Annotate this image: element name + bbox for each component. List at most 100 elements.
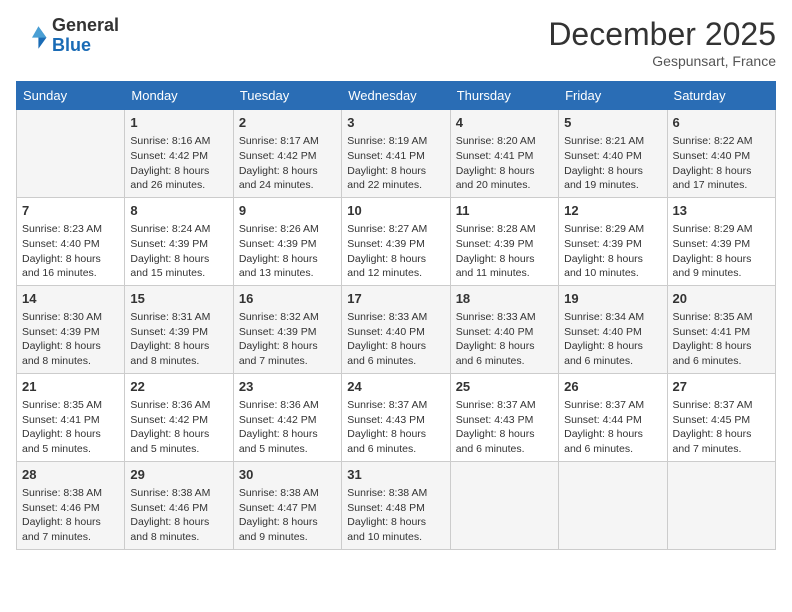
day-info: Sunrise: 8:23 AMSunset: 4:40 PMDaylight:… <box>22 222 119 281</box>
day-info: Sunrise: 8:29 AMSunset: 4:39 PMDaylight:… <box>564 222 661 281</box>
day-info: Sunrise: 8:38 AMSunset: 4:48 PMDaylight:… <box>347 486 444 545</box>
day-info: Sunrise: 8:27 AMSunset: 4:39 PMDaylight:… <box>347 222 444 281</box>
day-number: 7 <box>22 202 119 220</box>
weekday-header-thursday: Thursday <box>450 82 558 110</box>
day-number: 13 <box>673 202 770 220</box>
calendar-cell: 16 Sunrise: 8:32 AMSunset: 4:39 PMDayligh… <box>233 285 341 373</box>
calendar-cell: 23Sunrise: 8:36 AMSunset: 4:42 PMDayligh… <box>233 373 341 461</box>
day-info: Sunrise: 8:30 AMSunset: 4:39 PMDaylight:… <box>22 310 119 369</box>
day-info: Sunrise: 8:38 AMSunset: 4:46 PMDaylight:… <box>22 486 119 545</box>
calendar-table: SundayMondayTuesdayWednesdayThursdayFrid… <box>16 81 776 550</box>
day-number: 19 <box>564 290 661 308</box>
weekday-header-saturday: Saturday <box>667 82 775 110</box>
day-number: 21 <box>22 378 119 396</box>
day-number: 30 <box>239 466 336 484</box>
day-info: Sunrise: 8:24 AMSunset: 4:39 PMDaylight:… <box>130 222 227 281</box>
calendar-cell: 3 Sunrise: 8:19 AMSunset: 4:41 PMDaylight… <box>342 110 450 198</box>
calendar-cell: 19Sunrise: 8:34 AMSunset: 4:40 PMDayligh… <box>559 285 667 373</box>
calendar-cell <box>559 461 667 549</box>
day-info: Sunrise: 8:37 AMSunset: 4:43 PMDaylight:… <box>347 398 444 457</box>
calendar-cell: 1Sunrise: 8:16 AMSunset: 4:42 PMDaylight… <box>125 110 233 198</box>
calendar-cell: 18 Sunrise: 8:33 AMSunset: 4:40 PMDayligh… <box>450 285 558 373</box>
calendar-cell: 5 Sunrise: 8:21 AMSunset: 4:40 PMDaylight… <box>559 110 667 198</box>
day-number: 17 <box>347 290 444 308</box>
day-info: Sunrise: 8:38 AMSunset: 4:47 PMDaylight:… <box>239 486 336 545</box>
calendar-cell: 30 Sunrise: 8:38 AMSunset: 4:47 PMDayligh… <box>233 461 341 549</box>
week-row-1: 1Sunrise: 8:16 AMSunset: 4:42 PMDaylight… <box>17 110 776 198</box>
calendar-cell: 4 Sunrise: 8:20 AMSunset: 4:41 PMDaylight… <box>450 110 558 198</box>
day-number: 8 <box>130 202 227 220</box>
day-info: Sunrise: 8:37 AMSunset: 4:44 PMDaylight:… <box>564 398 661 457</box>
weekday-header-tuesday: Tuesday <box>233 82 341 110</box>
day-number: 10 <box>347 202 444 220</box>
week-row-2: 7 Sunrise: 8:23 AMSunset: 4:40 PMDaylight… <box>17 197 776 285</box>
weekday-header-wednesday: Wednesday <box>342 82 450 110</box>
day-number: 6 <box>673 114 770 132</box>
day-number: 3 <box>347 114 444 132</box>
weekday-header-sunday: Sunday <box>17 82 125 110</box>
day-info: Sunrise: 8:19 AMSunset: 4:41 PMDaylight:… <box>347 134 444 193</box>
month-title: December 2025 <box>548 16 776 53</box>
calendar-cell: 15 Sunrise: 8:31 AMSunset: 4:39 PMDayligh… <box>125 285 233 373</box>
logo-blue-text: Blue <box>52 36 119 56</box>
logo-general-text: General <box>52 16 119 36</box>
day-number: 26 <box>564 378 661 396</box>
week-row-5: 28Sunrise: 8:38 AMSunset: 4:46 PMDayligh… <box>17 461 776 549</box>
location-text: Gespunsart, France <box>548 53 776 69</box>
day-info: Sunrise: 8:36 AMSunset: 4:42 PMDaylight:… <box>239 398 336 457</box>
day-info: Sunrise: 8:29 AMSunset: 4:39 PMDaylight:… <box>673 222 770 281</box>
calendar-cell: 8 Sunrise: 8:24 AMSunset: 4:39 PMDaylight… <box>125 197 233 285</box>
calendar-cell: 13 Sunrise: 8:29 AMSunset: 4:39 PMDayligh… <box>667 197 775 285</box>
logo: General Blue <box>16 16 119 56</box>
logo-text: General Blue <box>52 16 119 56</box>
day-info: Sunrise: 8:20 AMSunset: 4:41 PMDaylight:… <box>456 134 553 193</box>
week-row-4: 21 Sunrise: 8:35 AMSunset: 4:41 PMDayligh… <box>17 373 776 461</box>
calendar-cell: 29Sunrise: 8:38 AMSunset: 4:46 PMDayligh… <box>125 461 233 549</box>
week-row-3: 14 Sunrise: 8:30 AMSunset: 4:39 PMDayligh… <box>17 285 776 373</box>
calendar-cell: 2 Sunrise: 8:17 AMSunset: 4:42 PMDaylight… <box>233 110 341 198</box>
calendar-cell: 10 Sunrise: 8:27 AMSunset: 4:39 PMDayligh… <box>342 197 450 285</box>
day-number: 4 <box>456 114 553 132</box>
day-info: Sunrise: 8:33 AMSunset: 4:40 PMDaylight:… <box>456 310 553 369</box>
day-number: 15 <box>130 290 227 308</box>
day-number: 20 <box>673 290 770 308</box>
calendar-cell: 27Sunrise: 8:37 AMSunset: 4:45 PMDayligh… <box>667 373 775 461</box>
calendar-cell: 7 Sunrise: 8:23 AMSunset: 4:40 PMDaylight… <box>17 197 125 285</box>
calendar-cell: 20Sunrise: 8:35 AMSunset: 4:41 PMDayligh… <box>667 285 775 373</box>
day-number: 1 <box>130 114 227 132</box>
day-number: 27 <box>673 378 770 396</box>
day-info: Sunrise: 8:35 AMSunset: 4:41 PMDaylight:… <box>22 398 119 457</box>
day-number: 5 <box>564 114 661 132</box>
day-info: Sunrise: 8:31 AMSunset: 4:39 PMDaylight:… <box>130 310 227 369</box>
calendar-cell: 6Sunrise: 8:22 AMSunset: 4:40 PMDaylight… <box>667 110 775 198</box>
day-number: 9 <box>239 202 336 220</box>
calendar-cell: 9Sunrise: 8:26 AMSunset: 4:39 PMDaylight… <box>233 197 341 285</box>
day-info: Sunrise: 8:17 AMSunset: 4:42 PMDaylight:… <box>239 134 336 193</box>
day-number: 22 <box>130 378 227 396</box>
day-number: 25 <box>456 378 553 396</box>
day-number: 31 <box>347 466 444 484</box>
day-info: Sunrise: 8:21 AMSunset: 4:40 PMDaylight:… <box>564 134 661 193</box>
day-number: 12 <box>564 202 661 220</box>
day-number: 14 <box>22 290 119 308</box>
day-number: 2 <box>239 114 336 132</box>
day-number: 11 <box>456 202 553 220</box>
calendar-cell: 11Sunrise: 8:28 AMSunset: 4:39 PMDayligh… <box>450 197 558 285</box>
calendar-cell: 12 Sunrise: 8:29 AMSunset: 4:39 PMDayligh… <box>559 197 667 285</box>
calendar-cell: 26 Sunrise: 8:37 AMSunset: 4:44 PMDayligh… <box>559 373 667 461</box>
day-number: 24 <box>347 378 444 396</box>
day-number: 29 <box>130 466 227 484</box>
calendar-cell: 31 Sunrise: 8:38 AMSunset: 4:48 PMDayligh… <box>342 461 450 549</box>
title-block: December 2025 Gespunsart, France <box>548 16 776 69</box>
calendar-cell: 24 Sunrise: 8:37 AMSunset: 4:43 PMDayligh… <box>342 373 450 461</box>
weekday-header-monday: Monday <box>125 82 233 110</box>
day-number: 18 <box>456 290 553 308</box>
day-number: 16 <box>239 290 336 308</box>
calendar-cell <box>667 461 775 549</box>
calendar-cell: 14 Sunrise: 8:30 AMSunset: 4:39 PMDayligh… <box>17 285 125 373</box>
logo-icon <box>16 20 48 52</box>
calendar-cell <box>17 110 125 198</box>
day-info: Sunrise: 8:37 AMSunset: 4:43 PMDaylight:… <box>456 398 553 457</box>
day-info: Sunrise: 8:32 AMSunset: 4:39 PMDaylight:… <box>239 310 336 369</box>
weekday-header-row: SundayMondayTuesdayWednesdayThursdayFrid… <box>17 82 776 110</box>
